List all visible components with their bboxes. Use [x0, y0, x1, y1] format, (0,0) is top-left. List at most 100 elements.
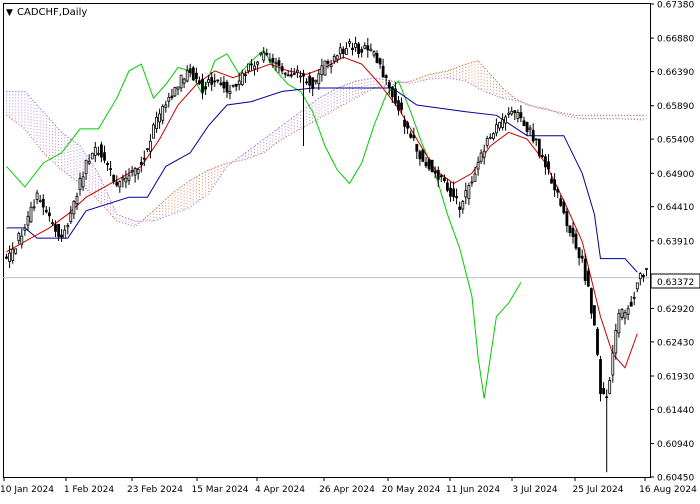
y-tick-label: 0.61930 — [657, 373, 694, 383]
candle-bull — [164, 104, 168, 108]
candle-bull — [335, 55, 339, 60]
candle-bull — [228, 90, 232, 95]
candle-bear — [642, 274, 645, 278]
candle-bull — [20, 235, 24, 245]
y-tick-label: 0.60940 — [657, 440, 694, 450]
candle-bull — [11, 248, 15, 261]
candle-bear — [286, 74, 290, 77]
candle-bear — [222, 81, 226, 89]
candle-bull — [72, 200, 76, 215]
candle-bear — [522, 120, 526, 127]
candle-bull — [130, 170, 134, 173]
candle-bear — [341, 48, 345, 55]
candle-bull — [638, 273, 642, 280]
candle-bear — [590, 288, 593, 314]
candle-bull — [152, 124, 155, 139]
candle-bull — [323, 60, 327, 76]
candle-bull — [87, 161, 91, 164]
candle-bull — [158, 113, 162, 123]
candle-bear — [400, 102, 403, 111]
candle-bull — [93, 147, 97, 156]
candle-bear — [142, 157, 146, 160]
candle-bear — [188, 68, 192, 74]
candle-bear — [384, 75, 388, 78]
candle-bull — [29, 206, 33, 223]
candle-bull — [329, 64, 333, 68]
candle-bear — [109, 168, 112, 171]
candle-bear — [112, 174, 116, 182]
candle-bull — [182, 78, 186, 84]
candle-bear — [387, 82, 391, 88]
y-tick-label: 0.61440 — [657, 406, 694, 416]
candle-bull — [63, 229, 67, 239]
candle-bear — [115, 181, 119, 186]
candle-bear — [430, 159, 434, 173]
candle-bull — [256, 61, 260, 65]
candle-bear — [225, 81, 229, 93]
candle-bull — [51, 222, 54, 225]
candle-bear — [556, 188, 560, 193]
candle-bull — [292, 73, 296, 75]
candle-bull — [623, 312, 627, 319]
candle-bull — [332, 56, 336, 62]
candle-bear — [452, 188, 456, 198]
x-tick-label: 25 Jul 2024 — [573, 485, 624, 495]
y-tick-label: 0.60450 — [657, 474, 694, 484]
y-tick-label: 0.64900 — [657, 170, 694, 180]
candle-bear — [302, 73, 305, 77]
candle-bull — [494, 124, 498, 134]
candle-bull — [507, 112, 511, 115]
candle-bear — [550, 178, 553, 184]
candle-bull — [97, 152, 100, 155]
candle-bear — [311, 77, 315, 89]
candle-bear — [571, 227, 575, 237]
candle-bull — [78, 178, 82, 191]
candle-bear — [559, 198, 563, 206]
candle-bull — [133, 168, 137, 176]
candle-bear — [106, 162, 109, 165]
candle-bull — [348, 41, 351, 44]
candle-bull — [14, 248, 18, 254]
candle-bull — [118, 181, 122, 188]
candle-bear — [357, 43, 361, 55]
candle-bull — [185, 70, 189, 82]
candle-bull — [84, 159, 88, 175]
candle-bull — [611, 352, 615, 376]
candle-bear — [103, 152, 106, 161]
candle-bull — [69, 212, 73, 222]
candle-bear — [390, 86, 394, 98]
candle-bull — [167, 97, 171, 102]
x-tick-label: 16 Aug 2024 — [639, 485, 697, 495]
candle-bear — [541, 155, 544, 157]
candle-bull — [173, 87, 177, 97]
candle-bull — [32, 206, 36, 209]
candle-bear — [629, 301, 633, 307]
candle-bear — [54, 224, 57, 232]
candle-bear — [449, 187, 452, 197]
candle-bear — [234, 83, 238, 87]
candle-bear — [219, 82, 223, 85]
candle-bear — [574, 233, 578, 249]
candle-bull — [645, 268, 648, 270]
menu-triangle-icon[interactable]: ▼ — [6, 8, 13, 18]
candle-bull — [295, 69, 299, 73]
candle-bull — [17, 233, 21, 242]
candle-bull — [231, 84, 235, 87]
chart-window[interactable]: 0.67380 0.66880 0.66390 0.65890 0.65400 0.649… — [0, 0, 700, 500]
candle-bull — [161, 105, 165, 121]
candle-bear — [5, 256, 8, 259]
candle-bear — [442, 177, 446, 181]
candle-bear — [57, 223, 60, 237]
candle-bear — [409, 133, 413, 138]
candle-bear — [139, 161, 143, 165]
candle-bull — [476, 161, 480, 170]
candle-bear — [553, 179, 556, 191]
candle-bear — [305, 81, 309, 84]
candle-bear — [424, 161, 428, 167]
candle-bear — [308, 75, 312, 86]
candle-bull — [488, 136, 492, 139]
candle-bear — [197, 80, 201, 85]
x-tick-label: 23 Feb 2024 — [127, 485, 183, 495]
candle-bear — [100, 144, 103, 158]
candle-bull — [38, 200, 42, 203]
